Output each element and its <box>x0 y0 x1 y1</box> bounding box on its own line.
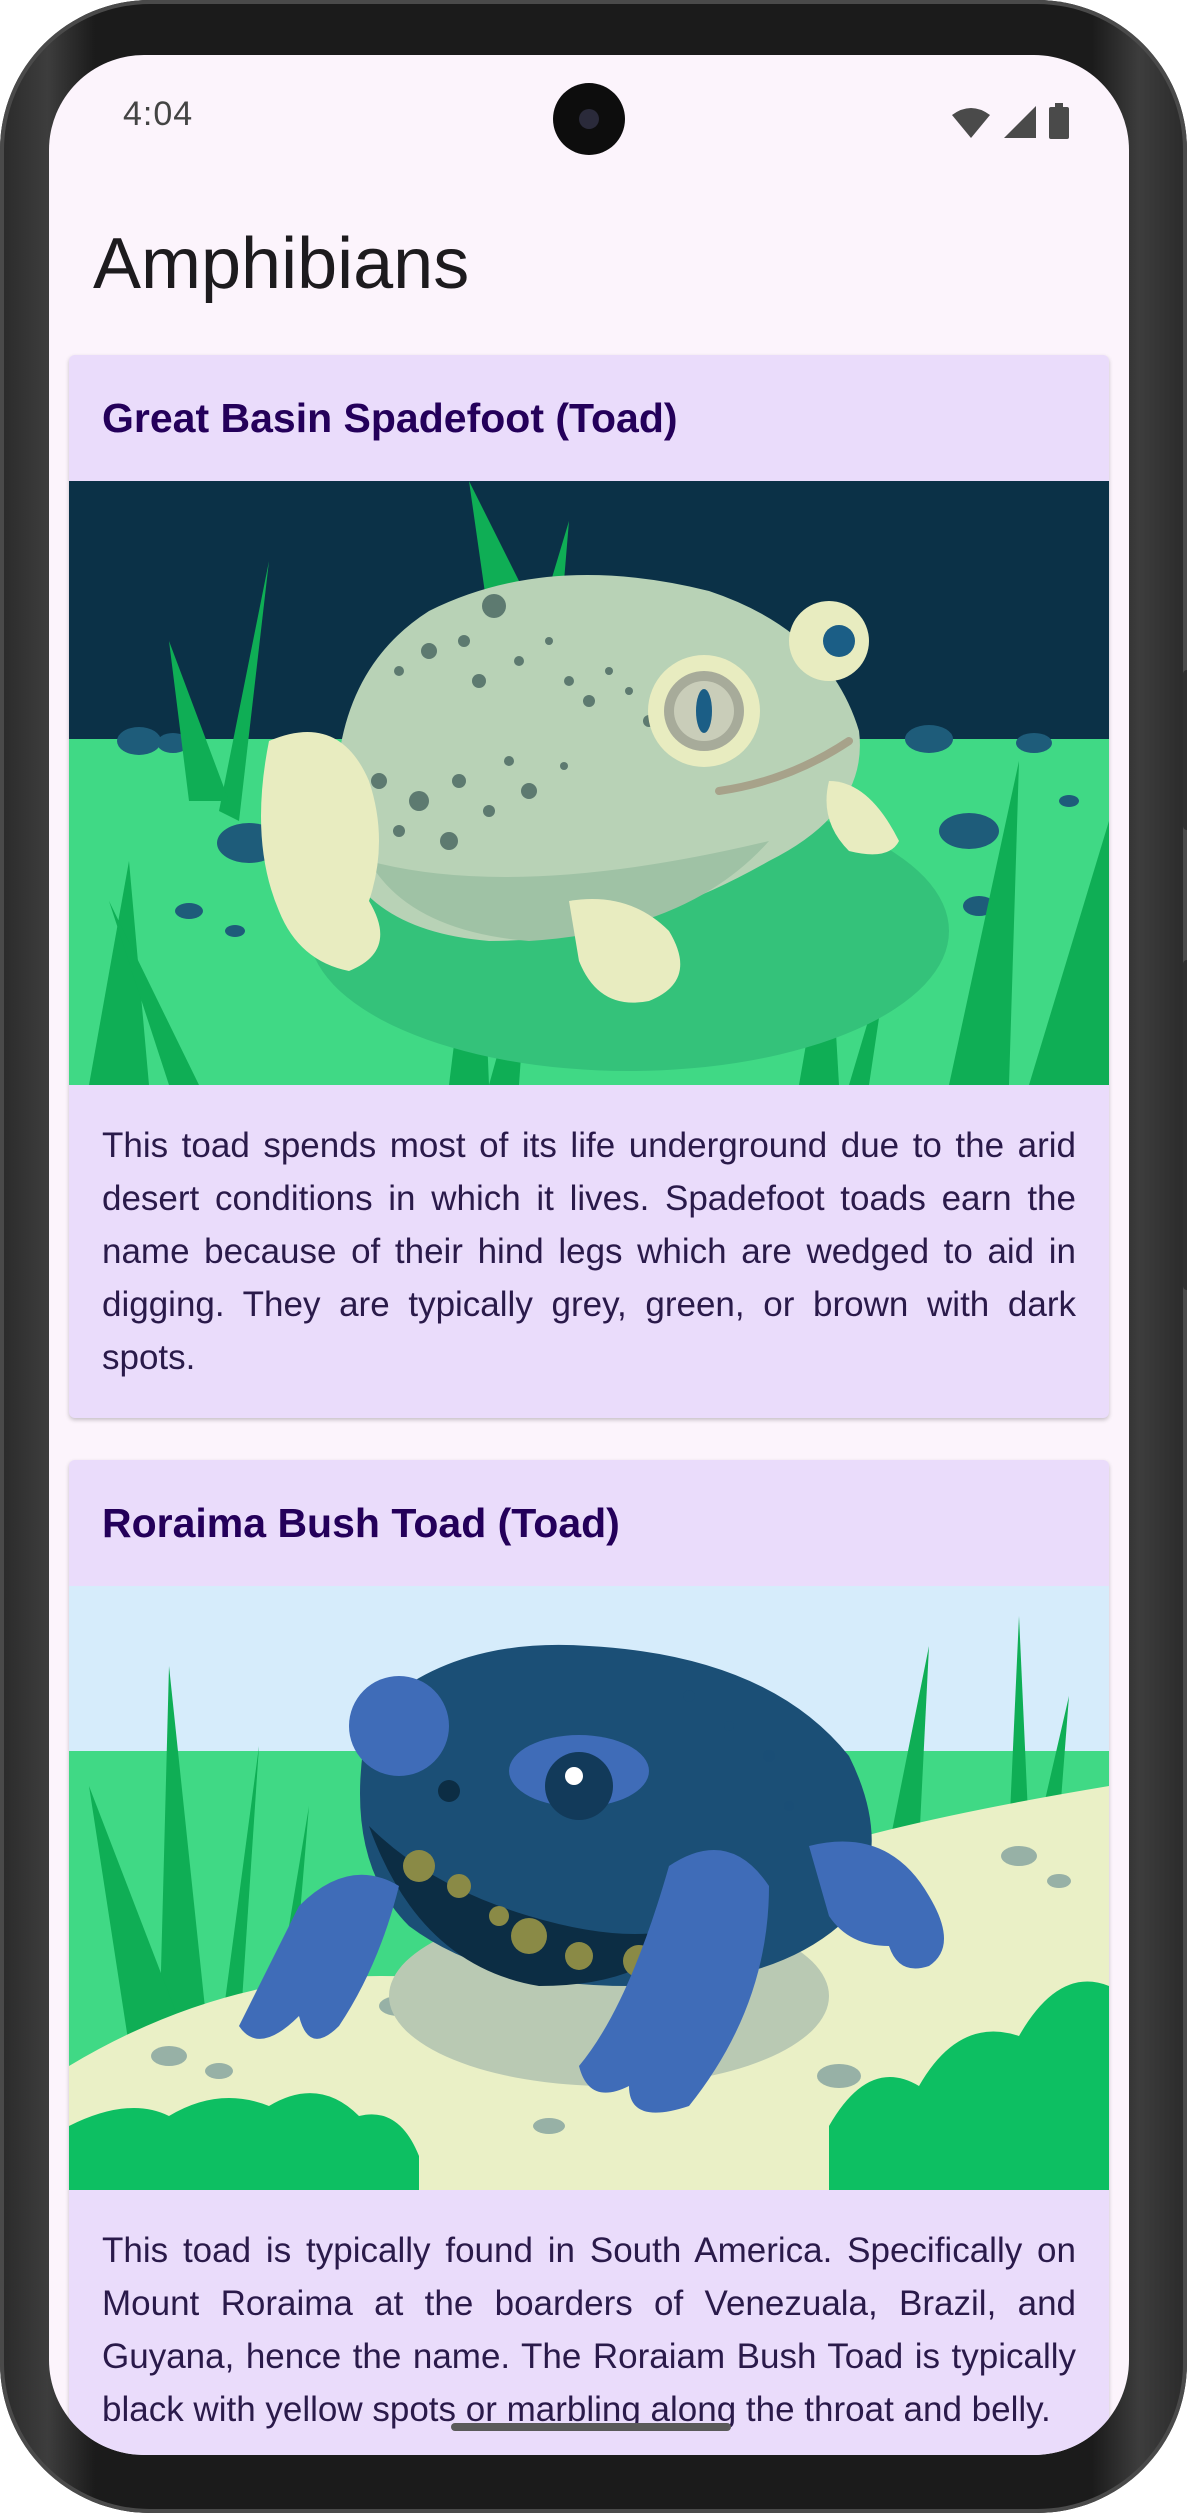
battery-icon <box>1049 103 1069 139</box>
wifi-icon <box>952 108 990 138</box>
spadefoot-toad-illustration <box>69 481 1109 1085</box>
amphibian-description: This toad is typically found in South Am… <box>102 2231 1076 2429</box>
phone-frame: 4:04 Amphibians Great Basin Spadefoot (T… <box>0 0 1187 2513</box>
amphibian-card: Great Basin Spadefoot (Toad) This toad s… <box>69 355 1109 1418</box>
amphibian-list[interactable]: Great Basin Spadefoot (Toad) This toad s… <box>69 355 1109 2455</box>
amphibian-name: Roraima Bush Toad (Toad) <box>102 1499 620 1546</box>
volume-button <box>1183 670 1187 830</box>
cellular-signal-icon <box>1004 106 1036 138</box>
power-button <box>1183 960 1187 1290</box>
amphibian-name: Great Basin Spadefoot (Toad) <box>102 394 678 441</box>
app-screen: 4:04 Amphibians Great Basin Spadefoot (T… <box>49 55 1129 2455</box>
status-bar: 4:04 <box>49 55 1129 185</box>
bush-toad-illustration <box>69 1586 1109 2190</box>
gesture-nav-handle[interactable] <box>451 2423 731 2431</box>
front-camera <box>553 83 625 155</box>
amphibian-description: This toad spends most of its life underg… <box>102 1126 1076 1377</box>
amphibian-card: Roraima Bush Toad (Toad) This toad is ty… <box>69 1460 1109 2455</box>
page-title: Amphibians <box>93 224 470 304</box>
status-icons <box>951 103 1069 139</box>
status-time: 4:04 <box>123 95 194 133</box>
